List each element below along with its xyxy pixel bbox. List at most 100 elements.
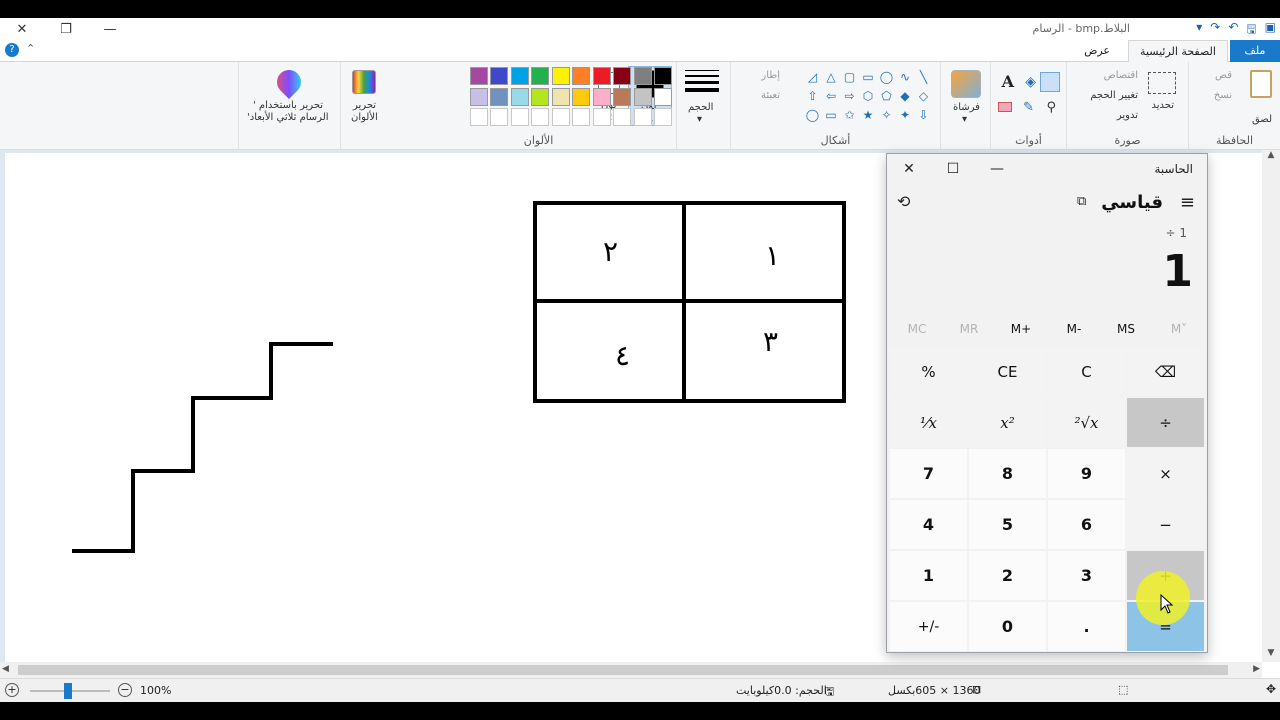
memory-subtract-button[interactable]: M- — [1048, 322, 1100, 336]
select-button[interactable]: تحديد — [1151, 100, 1174, 111]
memory-clear-button[interactable]: MC — [891, 322, 943, 336]
color-swatch[interactable] — [531, 87, 549, 106]
color-swatch[interactable] — [572, 87, 590, 106]
clear-entry-button[interactable]: CE — [969, 347, 1046, 396]
decimal-button[interactable]: . — [1048, 602, 1125, 651]
color-swatch[interactable] — [613, 87, 631, 106]
shape-option[interactable]: ∿ — [897, 68, 914, 85]
color-swatch[interactable] — [613, 67, 631, 85]
tab-view[interactable]: عرض — [1074, 40, 1120, 62]
shape-option[interactable]: ✦ — [897, 106, 914, 123]
shape-option[interactable]: ◯ — [878, 68, 895, 85]
calc-minimize-button[interactable]: — — [975, 154, 1019, 184]
horizontal-scrollbar[interactable]: ◀ ▶ — [0, 662, 1262, 678]
calc-maximize-button[interactable]: ☐ — [931, 154, 975, 184]
redo-icon[interactable]: ↷ — [1210, 20, 1220, 41]
color-swatch[interactable] — [592, 87, 611, 106]
shape-option[interactable]: ▭ — [823, 106, 840, 123]
color-swatch[interactable] — [510, 67, 529, 85]
shape-option[interactable]: ⇩ — [915, 106, 932, 123]
custom-color-swatch[interactable] — [469, 108, 488, 126]
size-dropdown-icon[interactable]: ▾ — [697, 114, 702, 125]
color-swatch[interactable] — [633, 87, 652, 106]
color-swatch[interactable] — [490, 67, 508, 85]
eraser-icon[interactable] — [998, 102, 1012, 112]
memory-store-button[interactable]: MS — [1100, 322, 1152, 336]
negate-button[interactable]: +/- — [890, 602, 967, 651]
custom-color-swatch[interactable] — [572, 108, 590, 126]
select-icon[interactable] — [1148, 72, 1176, 94]
custom-color-swatch[interactable] — [490, 108, 508, 126]
digit-1-button[interactable]: 1 — [890, 551, 967, 600]
brush-icon[interactable] — [951, 70, 981, 98]
outline-button[interactable]: إطار — [761, 70, 780, 81]
color-swatch[interactable] — [654, 67, 672, 85]
fill-icon[interactable]: ◈ — [1025, 74, 1036, 90]
paste-icon[interactable] — [1250, 70, 1272, 98]
shape-option[interactable]: ⇧ — [804, 87, 821, 104]
memory-add-button[interactable]: M+ — [995, 322, 1047, 336]
edit-colors-icon[interactable] — [352, 70, 376, 94]
close-window-button[interactable]: ✕ — [0, 18, 44, 40]
clear-button[interactable]: C — [1048, 347, 1125, 396]
reciprocal-button[interactable]: ¹⁄x — [890, 398, 967, 447]
shape-option[interactable]: ✩ — [841, 106, 858, 123]
custom-color-swatch[interactable] — [613, 108, 631, 126]
tab-file[interactable]: ملف — [1230, 40, 1280, 62]
rotate-button[interactable]: تدوير — [1117, 110, 1138, 121]
custom-color-swatch[interactable] — [592, 108, 611, 126]
zoom-slider-thumb[interactable] — [64, 683, 72, 699]
shape-option[interactable]: △ — [823, 68, 840, 85]
size-button[interactable]: الحجم — [688, 102, 713, 113]
menu-icon[interactable]: ≡ — [1180, 192, 1195, 213]
scroll-up-icon[interactable]: ▲ — [1262, 150, 1280, 164]
cut-button[interactable]: قص — [1215, 70, 1232, 81]
percent-button[interactable]: % — [890, 347, 967, 396]
history-icon[interactable]: ⟲ — [897, 192, 910, 211]
save-icon[interactable]: 🖫 — [1246, 20, 1256, 41]
color-swatch[interactable] — [469, 87, 488, 106]
shape-option[interactable]: ⇨ — [841, 87, 858, 104]
minus-button[interactable]: − — [1127, 500, 1204, 549]
shape-option[interactable]: ▭ — [860, 68, 877, 85]
resize-button[interactable]: تغيير الحجم — [1090, 90, 1138, 101]
shape-option[interactable]: ⬡ — [860, 87, 877, 104]
color-swatch[interactable] — [633, 67, 652, 85]
magnifier-icon[interactable]: ⚲ — [1046, 100, 1056, 115]
crop-button[interactable]: اقتصاص — [1104, 70, 1138, 81]
horizontal-scroll-thumb[interactable] — [18, 665, 1228, 675]
square-button[interactable]: x² — [969, 398, 1046, 447]
zoom-in-icon[interactable]: + — [5, 683, 19, 697]
custom-color-swatch[interactable] — [510, 108, 529, 126]
undo-icon[interactable]: ↶ — [1228, 20, 1238, 41]
shape-option[interactable]: ▢ — [841, 68, 858, 85]
divide-button[interactable]: ÷ — [1127, 398, 1204, 447]
multiply-button[interactable]: × — [1127, 449, 1204, 498]
shape-option[interactable]: ◯ — [804, 106, 821, 123]
digit-8-button[interactable]: 8 — [969, 449, 1046, 498]
pencil-icon[interactable] — [1040, 72, 1060, 92]
shape-option[interactable]: ⬠ — [878, 87, 895, 104]
digit-9-button[interactable]: 9 — [1048, 449, 1125, 498]
tab-home[interactable]: الصفحة الرئيسية — [1128, 40, 1228, 62]
copy-button[interactable]: نسخ — [1214, 90, 1232, 101]
custom-color-swatch[interactable] — [633, 108, 652, 126]
shape-option[interactable]: ⇦ — [823, 87, 840, 104]
minimize-window-button[interactable]: — — [88, 18, 132, 40]
help-icon[interactable]: ? — [5, 43, 19, 57]
color-picker-icon[interactable]: ✎ — [1023, 100, 1034, 115]
digit-7-button[interactable]: 7 — [890, 449, 967, 498]
digit-4-button[interactable]: 4 — [890, 500, 967, 549]
digit-6-button[interactable]: 6 — [1048, 500, 1125, 549]
scroll-down-icon[interactable]: ▼ — [1262, 648, 1280, 662]
zoom-out-icon[interactable]: − — [118, 683, 132, 697]
color-swatch[interactable] — [510, 87, 529, 106]
shape-option[interactable]: ◇ — [915, 87, 932, 104]
color-swatch[interactable] — [572, 67, 590, 85]
color-swatch[interactable] — [469, 67, 488, 85]
custom-color-swatch[interactable] — [531, 108, 549, 126]
color-swatch[interactable] — [531, 67, 549, 85]
fill-button[interactable]: تعبئة — [761, 90, 780, 101]
collapse-ribbon-icon[interactable]: ⌃ — [26, 42, 35, 55]
dropdown-icon[interactable]: ▾ — [1196, 20, 1202, 41]
